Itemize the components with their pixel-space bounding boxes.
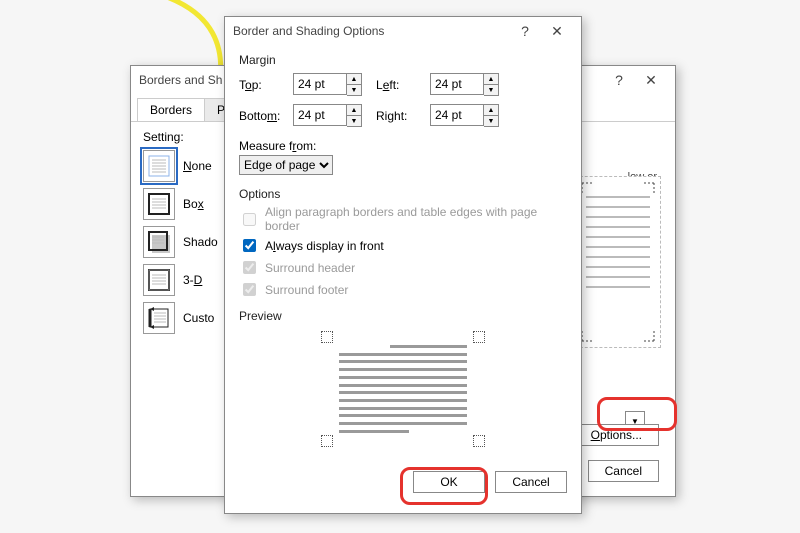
spin-down-icon[interactable]: ▼ (347, 115, 361, 126)
measure-from-label: Measure from: (239, 139, 567, 153)
border-shading-options-dialog: Border and Shading Options ? ✕ Margin To… (224, 16, 582, 514)
check-align-label: Align paragraph borders and table edges … (265, 205, 567, 233)
options-button[interactable]: OOptions...ptions... (574, 424, 659, 446)
top-label: Top: (239, 78, 287, 92)
check-surround-header: Surround header (239, 258, 567, 277)
preview-label: Preview (239, 309, 567, 323)
front-title: Border and Shading Options (233, 24, 384, 38)
check-surround-footer: Surround footer (239, 280, 567, 299)
tab-borders[interactable]: Borders (137, 98, 205, 121)
options-group-label: Options (239, 187, 567, 201)
left-label: Left: (376, 78, 424, 92)
back-preview-pane (575, 176, 661, 348)
right-input[interactable] (430, 104, 484, 126)
check-surround-footer-label: Surround footer (265, 283, 348, 297)
margin-group-label: Margin (239, 53, 567, 67)
top-input[interactable] (293, 73, 347, 95)
setting-custom-label[interactable]: Custo (183, 311, 214, 325)
right-label: Right: (376, 109, 424, 123)
back-title: Borders and Sh (139, 73, 222, 87)
help-icon[interactable]: ? (509, 23, 541, 39)
front-titlebar: Border and Shading Options ? ✕ (225, 17, 581, 45)
help-icon[interactable]: ? (603, 72, 635, 88)
setting-3d-label[interactable]: 3-D (183, 273, 202, 287)
check-always-front[interactable]: Always display in front (239, 236, 567, 255)
close-icon[interactable]: ✕ (541, 23, 573, 40)
spin-up-icon[interactable]: ▲ (484, 74, 498, 84)
setting-3d-icon[interactable] (143, 264, 175, 296)
spin-down-icon[interactable]: ▼ (484, 84, 498, 95)
spin-up-icon[interactable]: ▲ (347, 105, 361, 115)
spin-down-icon[interactable]: ▼ (484, 115, 498, 126)
close-icon[interactable]: ✕ (635, 72, 667, 89)
check-surround-header-label: Surround header (265, 261, 355, 275)
setting-custom-icon[interactable] (143, 302, 175, 334)
setting-shadow-icon[interactable] (143, 226, 175, 258)
right-spinner[interactable]: ▲▼ (430, 104, 499, 127)
top-spinner[interactable]: ▲▼ (293, 73, 362, 96)
bottom-label: Bottom: (239, 109, 287, 123)
spin-down-icon[interactable]: ▼ (347, 84, 361, 95)
setting-none-label[interactable]: NNoneone (183, 159, 212, 173)
spin-up-icon[interactable]: ▲ (484, 105, 498, 115)
check-always-front-label: Always display in front (265, 239, 384, 253)
check-align-borders: Align paragraph borders and table edges … (239, 205, 567, 233)
setting-box-label[interactable]: Box (183, 197, 204, 211)
left-input[interactable] (430, 73, 484, 95)
spin-up-icon[interactable]: ▲ (347, 74, 361, 84)
bottom-spinner[interactable]: ▲▼ (293, 104, 362, 127)
preview-box (319, 329, 487, 449)
back-cancel-button[interactable]: Cancel (588, 460, 659, 482)
measure-from-select[interactable]: Edge of page (239, 155, 333, 175)
bottom-input[interactable] (293, 104, 347, 126)
setting-none-icon[interactable] (143, 150, 175, 182)
ok-button[interactable]: OK (413, 471, 485, 493)
setting-shadow-label[interactable]: Shado (183, 235, 218, 249)
setting-box-icon[interactable] (143, 188, 175, 220)
front-cancel-button[interactable]: Cancel (495, 471, 567, 493)
left-spinner[interactable]: ▲▼ (430, 73, 499, 96)
